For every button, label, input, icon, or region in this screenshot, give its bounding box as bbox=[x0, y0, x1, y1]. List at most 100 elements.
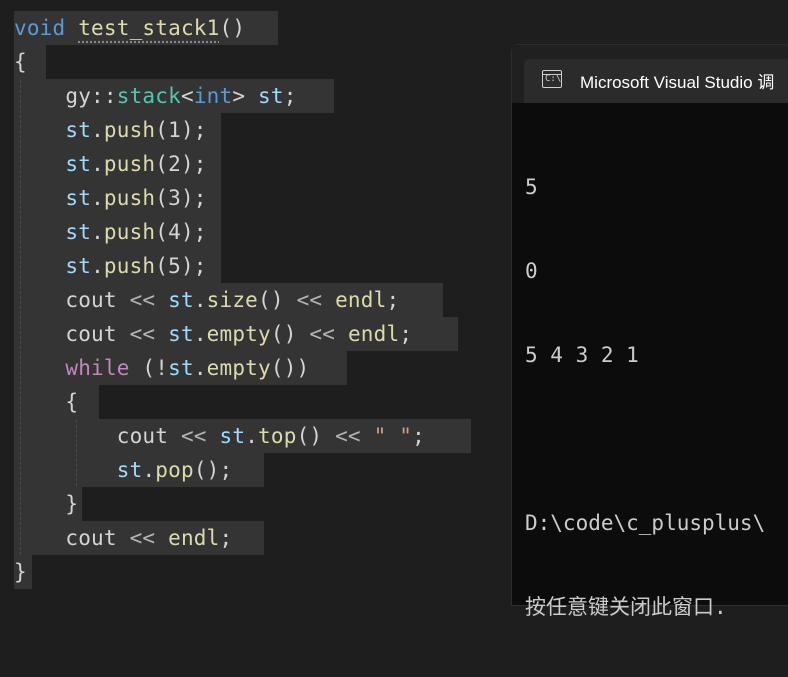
console-output-line: 5 4 3 2 1 bbox=[525, 343, 639, 367]
code-token: cout bbox=[14, 288, 130, 312]
code-line[interactable]: { bbox=[14, 385, 78, 419]
code-token: () bbox=[258, 288, 297, 312]
code-token: st bbox=[168, 356, 194, 380]
console-output-line: 0 bbox=[525, 259, 538, 283]
code-line[interactable]: st.push(1); bbox=[14, 113, 207, 147]
code-token: (2); bbox=[155, 152, 207, 176]
code-token: endl bbox=[335, 288, 387, 312]
code-token: (); bbox=[193, 458, 233, 482]
code-token: << bbox=[180, 424, 207, 448]
code-token: { bbox=[14, 390, 79, 414]
code-token: . bbox=[91, 118, 104, 142]
code-token: << bbox=[129, 288, 156, 312]
code-line[interactable]: cout << st.top() << " "; bbox=[14, 419, 425, 453]
code-token: gy:: bbox=[14, 84, 117, 108]
code-token: ()) bbox=[270, 356, 310, 380]
code-token: push bbox=[103, 118, 156, 142]
code-token: size bbox=[206, 288, 259, 312]
code-token: cout bbox=[14, 526, 130, 550]
code-line[interactable]: st.pop(); bbox=[14, 453, 232, 487]
code-line[interactable]: cout << endl; bbox=[14, 521, 232, 555]
code-token: . bbox=[91, 254, 104, 278]
console-output-line: 5 bbox=[525, 175, 538, 199]
code-token: } bbox=[14, 560, 27, 584]
code-token: st bbox=[65, 118, 92, 142]
code-line[interactable]: st.push(3); bbox=[14, 181, 207, 215]
code-line[interactable]: { bbox=[14, 45, 27, 79]
code-token: (3); bbox=[155, 186, 207, 210]
code-token: st bbox=[65, 220, 92, 244]
code-token: << bbox=[296, 288, 323, 312]
code-token: (5); bbox=[155, 254, 207, 278]
code-token: . bbox=[91, 186, 104, 210]
console-output: 5 0 5 4 3 2 1 D:\code\c_plusplus\ 按任意键关闭… bbox=[525, 117, 788, 677]
code-token: st bbox=[65, 254, 92, 278]
code-token: { bbox=[14, 50, 27, 74]
code-token: () bbox=[219, 16, 246, 40]
code-token: (4); bbox=[155, 220, 207, 244]
code-token: . bbox=[91, 152, 104, 176]
code-token: . bbox=[91, 220, 104, 244]
code-line[interactable]: } bbox=[14, 555, 27, 589]
console-output-line: 按任意键关闭此窗口. bbox=[525, 595, 727, 619]
code-line[interactable]: void test_stack1() bbox=[14, 11, 245, 45]
code-token: empty bbox=[206, 322, 271, 346]
code-token: test_stack1 bbox=[78, 16, 220, 40]
code-token: . bbox=[193, 356, 207, 380]
terminal-icon: C:\ bbox=[542, 70, 562, 88]
code-token: (1); bbox=[155, 118, 207, 142]
console-tab[interactable]: C:\ Microsoft Visual Studio 调 bbox=[524, 59, 788, 103]
code-token: push bbox=[103, 254, 156, 278]
code-token: st bbox=[258, 84, 284, 108]
code-token: << bbox=[129, 322, 156, 346]
code-token: push bbox=[103, 186, 156, 210]
code-token: > bbox=[232, 84, 259, 108]
code-token: endl bbox=[168, 526, 220, 550]
code-token: stack bbox=[116, 84, 181, 108]
code-token: () bbox=[296, 424, 336, 448]
code-token: " " bbox=[373, 424, 413, 448]
code-token: << bbox=[309, 322, 336, 346]
console-window[interactable]: C:\ Microsoft Visual Studio 调 5 0 5 4 3 … bbox=[511, 44, 788, 619]
code-line[interactable]: } bbox=[14, 487, 78, 521]
code-line[interactable]: st.push(5); bbox=[14, 249, 207, 283]
code-line[interactable]: cout << st.empty() << endl; bbox=[14, 317, 412, 351]
code-token: st bbox=[65, 152, 92, 176]
code-line[interactable]: while (!st.empty()) bbox=[14, 351, 309, 385]
code-token: . bbox=[245, 424, 259, 448]
code-token: ; bbox=[386, 288, 400, 312]
code-token: . bbox=[193, 288, 207, 312]
code-token: while bbox=[65, 356, 130, 380]
code-line[interactable]: cout << st.size() << endl; bbox=[14, 283, 399, 317]
code-token: st bbox=[116, 458, 143, 482]
code-line[interactable]: gy::stack<int> st; bbox=[14, 79, 297, 113]
code-token: << bbox=[129, 526, 156, 550]
code-token: top bbox=[258, 424, 297, 448]
code-token: st bbox=[219, 424, 246, 448]
code-token: ; bbox=[412, 424, 425, 448]
code-token: void bbox=[14, 16, 66, 40]
console-titlebar[interactable]: C:\ Microsoft Visual Studio 调 bbox=[512, 45, 788, 103]
code-token: << bbox=[335, 424, 361, 448]
code-token: . bbox=[193, 322, 207, 346]
code-line[interactable]: st.push(2); bbox=[14, 147, 207, 181]
code-token: int bbox=[193, 84, 233, 108]
code-token: push bbox=[103, 152, 156, 176]
code-token: empty bbox=[206, 356, 271, 380]
console-output-line: D:\code\c_plusplus\ bbox=[525, 511, 766, 535]
code-line[interactable]: st.push(4); bbox=[14, 215, 207, 249]
